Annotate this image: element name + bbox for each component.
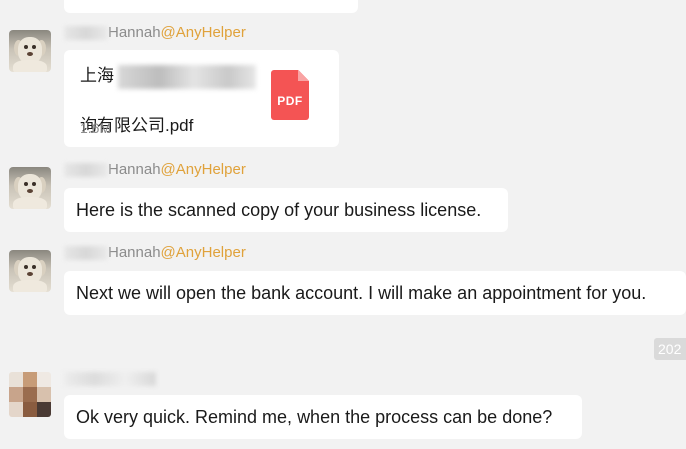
avatar-dog-nose <box>27 272 33 276</box>
pdf-icon-label: PDF <box>277 94 303 108</box>
redacted-file-name-part <box>118 65 256 89</box>
blurred-sender-name <box>64 372 156 386</box>
file-name-start: 上海 <box>80 66 114 85</box>
sender-name: Hannah@AnyHelper <box>64 24 246 41</box>
avatar-dog-eye <box>32 265 36 269</box>
blurred-name-part <box>64 246 108 261</box>
blurred-name-part <box>64 163 108 178</box>
timestamp-badge: 202 <box>654 338 686 360</box>
message-bubble[interactable]: Here is the scanned copy of your busines… <box>64 188 508 232</box>
previous-message-bubble[interactable] <box>64 0 358 13</box>
message-bubble[interactable]: Ok very quick. Remind me, when the proce… <box>64 395 582 439</box>
avatar-dog-eye <box>32 45 36 49</box>
avatar-dog-nose <box>27 52 33 56</box>
sender-name-text: Hannah <box>108 161 161 178</box>
pdf-icon-fold <box>298 70 309 81</box>
sender-mention: @AnyHelper <box>160 24 246 41</box>
avatar-dog-nose <box>27 189 33 193</box>
blurred-name-part <box>64 26 108 41</box>
sender-name-text: Hannah <box>108 244 161 261</box>
file-attachment-card[interactable]: 上海 询有限公司.pdf 1.6M PDF <box>64 50 339 147</box>
avatar-pixel <box>23 372 37 387</box>
avatar-pixel <box>23 402 37 417</box>
message-text: Ok very quick. Remind me, when the proce… <box>76 406 553 427</box>
avatar-pixel <box>37 372 51 387</box>
sender-mention: @AnyHelper <box>160 244 246 261</box>
sender-name-text: Hannah <box>108 24 161 41</box>
avatar-dog-eye <box>24 182 28 186</box>
avatar-pixel <box>23 387 37 402</box>
chat-message-area[interactable]: Hannah@AnyHelper 上海 询有限公司.pdf 1.6M PDF Ha… <box>0 0 686 449</box>
message-text: Next we will open the bank account. I wi… <box>76 282 647 303</box>
avatar-dog-body <box>13 197 47 209</box>
avatar-dog-eye <box>24 265 28 269</box>
sender-avatar[interactable] <box>9 372 51 417</box>
sender-name: Hannah@AnyHelper <box>64 161 246 178</box>
message-bubble[interactable]: Next we will open the bank account. I wi… <box>64 271 686 315</box>
avatar-pixel <box>9 372 23 387</box>
avatar-pixel <box>37 402 51 417</box>
avatar-dog-body <box>13 280 47 292</box>
pdf-icon: PDF <box>271 70 309 120</box>
sender-mention: @AnyHelper <box>160 161 246 178</box>
avatar-dog-body <box>13 60 47 72</box>
avatar-dog-eye <box>32 182 36 186</box>
sender-avatar[interactable] <box>9 250 51 292</box>
message-text: Here is the scanned copy of your busines… <box>76 199 482 220</box>
sender-avatar[interactable] <box>9 167 51 209</box>
avatar-pixel <box>9 387 23 402</box>
avatar-pixel <box>9 402 23 417</box>
sender-avatar[interactable] <box>9 30 51 72</box>
avatar-pixel <box>37 387 51 402</box>
avatar-dog-eye <box>24 45 28 49</box>
file-size: 1.6M <box>80 120 112 136</box>
sender-name: Hannah@AnyHelper <box>64 244 246 261</box>
